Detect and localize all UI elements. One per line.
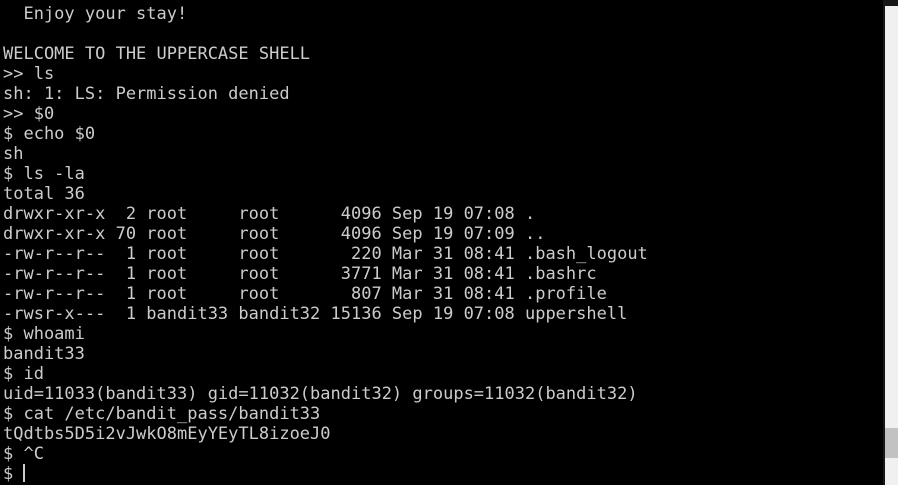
terminal-line: drwxr-xr-x 2 root root 4096 Sep 19 07:08… (3, 204, 536, 224)
text-cursor (23, 464, 26, 482)
terminal-line: $ ls -la (3, 164, 85, 184)
terminal-line: drwxr-xr-x 70 root root 4096 Sep 19 07:0… (3, 224, 546, 244)
terminal-lines: Enjoy your stay! WELCOME TO THE UPPERCAS… (3, 4, 648, 484)
terminal-line: WELCOME TO THE UPPERCASE SHELL (3, 44, 311, 64)
scrollbar-thumb[interactable] (885, 428, 898, 458)
terminal-line: $ ^C (3, 444, 44, 464)
terminal-line: tQdtbs5D5i2vJwkO8mEyYEyTL8izoeJ0 (3, 424, 331, 444)
terminal-line: sh (3, 144, 24, 164)
terminal-line: sh: 1: LS: Permission denied (3, 84, 290, 104)
terminal-line: -rw-r--r-- 1 root root 807 Mar 31 08:41 … (3, 284, 607, 304)
command-input-line[interactable]: $ (3, 464, 648, 484)
terminal-line: >> $0 (3, 104, 55, 124)
terminal-line: $ whoami (3, 324, 85, 344)
shell-prompt: $ (3, 464, 24, 484)
terminal-line: >> ls (3, 64, 55, 84)
scrollbar-track[interactable] (885, 6, 898, 485)
terminal-line: $ echo $0 (3, 124, 96, 144)
terminal-line: total 36 (3, 184, 85, 204)
terminal-output[interactable]: Enjoy your stay! WELCOME TO THE UPPERCAS… (0, 0, 883, 485)
terminal-line: Enjoy your stay! (3, 4, 188, 24)
terminal-line: -rw-r--r-- 1 root root 220 Mar 31 08:41 … (3, 244, 648, 264)
terminal-line: $ id (3, 364, 44, 384)
terminal-line: -rw-r--r-- 1 root root 3771 Mar 31 08:41… (3, 264, 597, 284)
terminal-line: bandit33 (3, 344, 85, 364)
terminal-line: uid=11033(bandit33) gid=11032(bandit32) … (3, 384, 638, 404)
terminal-line: $ cat /etc/bandit_pass/bandit33 (3, 404, 321, 424)
terminal-line: -rwsr-x--- 1 bandit33 bandit32 15136 Sep… (3, 304, 628, 324)
